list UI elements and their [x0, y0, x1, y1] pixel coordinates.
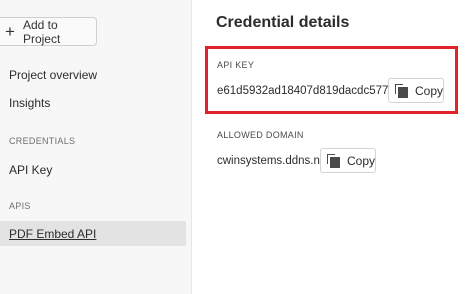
sidebar-item-pdf-embed-api[interactable]: PDF Embed API: [0, 221, 186, 246]
copy-icon: [327, 153, 340, 168]
allowed-domain-label: ALLOWED DOMAIN: [217, 130, 304, 140]
add-to-project-button[interactable]: + Add to Project: [0, 17, 97, 46]
sidebar-item-insights[interactable]: Insights: [9, 96, 50, 110]
copy-allowed-domain-label: Copy: [346, 153, 375, 168]
sidebar-item-project-overview[interactable]: Project overview: [9, 68, 97, 82]
plus-icon: +: [5, 22, 15, 41]
sidebar-item-pdf-embed-api-label: PDF Embed API: [9, 227, 97, 241]
copy-api-key-label: Copy: [414, 83, 443, 98]
copy-api-key-button[interactable]: Copy: [388, 78, 444, 103]
api-key-label: API KEY: [217, 60, 255, 70]
apis-section-heading: APIS: [9, 201, 31, 211]
copy-allowed-domain-button[interactable]: Copy: [320, 148, 376, 173]
page-title: Credential details: [216, 14, 350, 31]
credentials-section-heading: CREDENTIALS: [9, 136, 76, 146]
allowed-domain-value: cwinsystems.ddns.net: [217, 155, 330, 167]
add-to-project-label: Add to Project: [22, 17, 61, 46]
copy-icon: [395, 83, 408, 98]
sidebar-item-api-key[interactable]: API Key: [9, 163, 52, 177]
sidebar: + Add to Project Project overview Insigh…: [0, 0, 192, 294]
